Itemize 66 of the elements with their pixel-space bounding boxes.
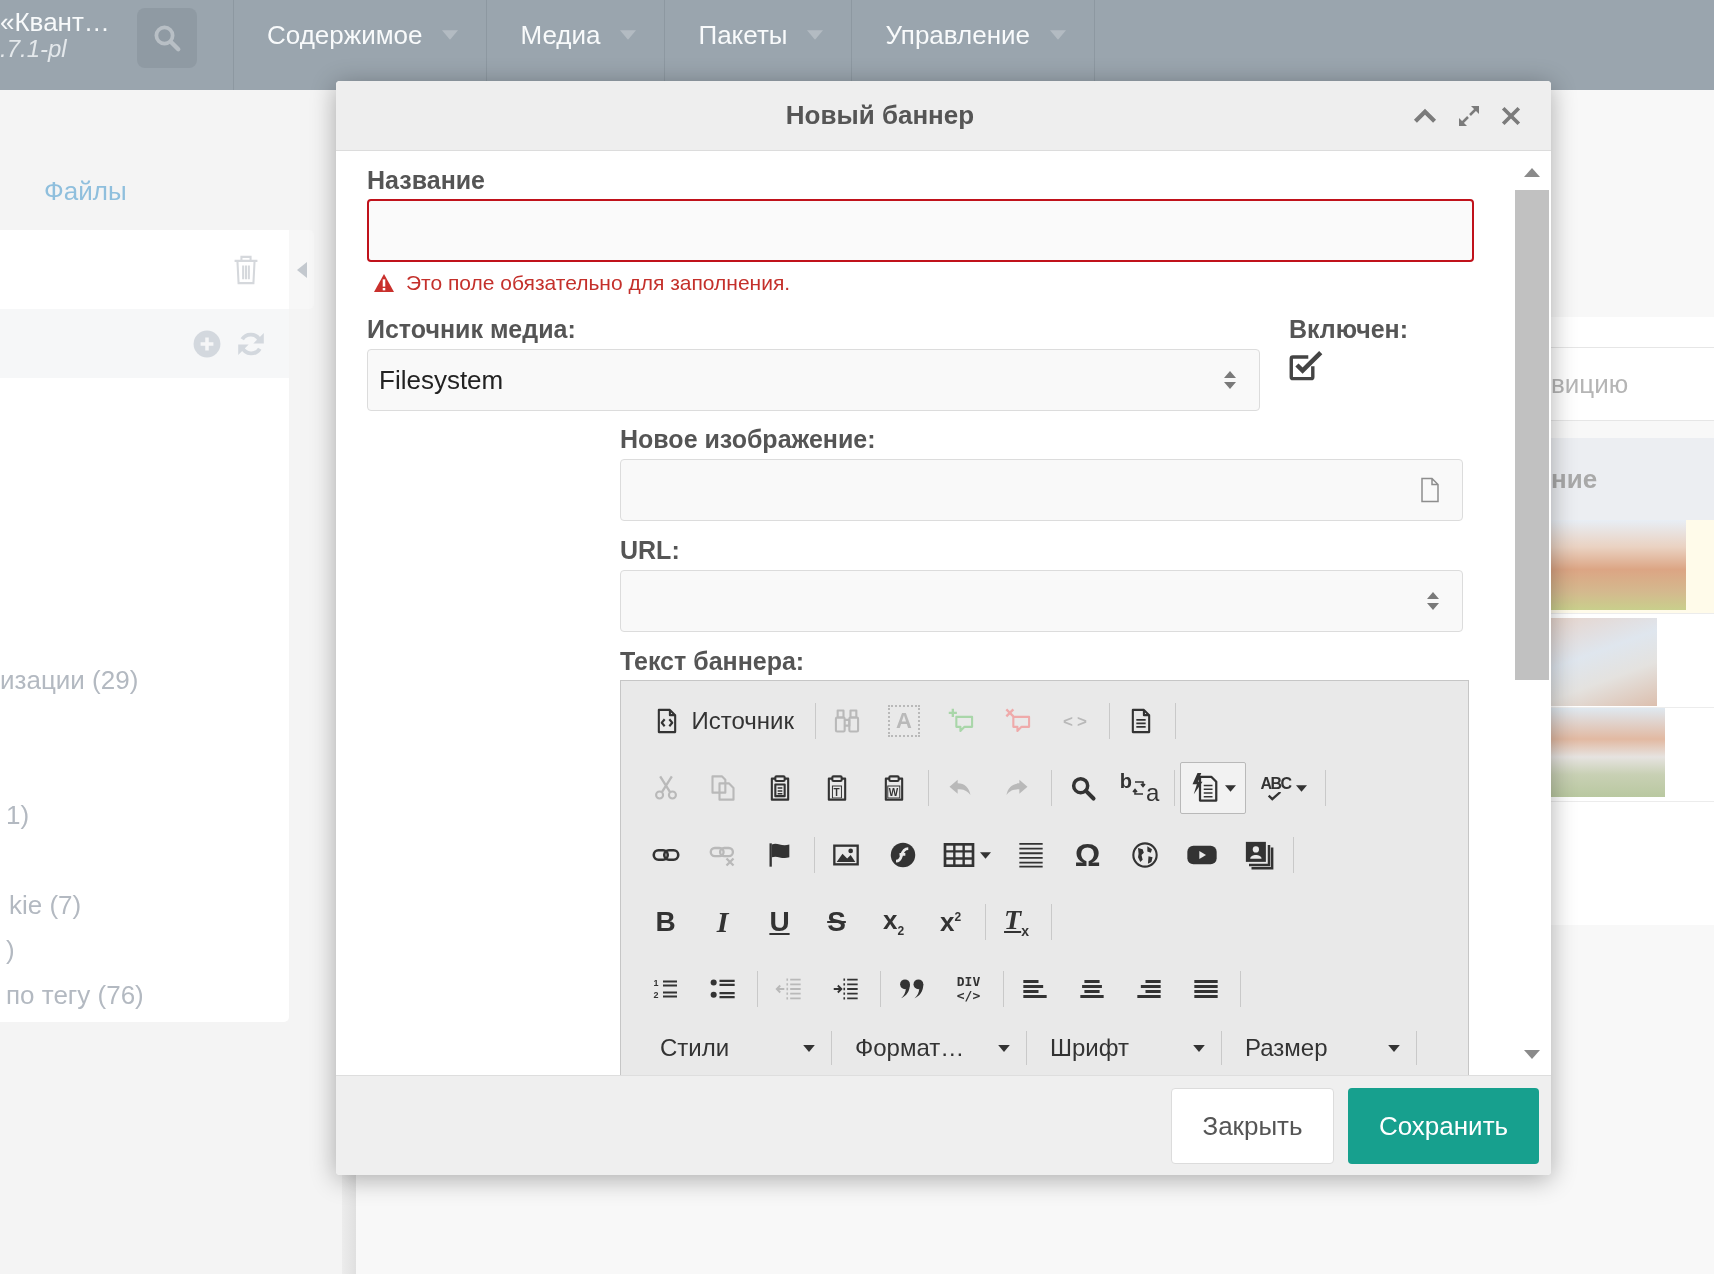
speech-bubble-plus-icon [946, 707, 975, 735]
field-label: Источник медиа: [367, 314, 576, 344]
field-label: Включен: [1289, 314, 1408, 344]
close-icon[interactable] [1500, 104, 1522, 127]
underline-button[interactable]: U [753, 896, 806, 948]
field-label: Новое изображение: [620, 424, 876, 454]
globe-icon [1130, 841, 1159, 869]
error-message: Это поле обязательно для заполнения. [406, 271, 791, 295]
caret-icon [620, 30, 637, 40]
caret-icon [807, 30, 824, 40]
scroll-up-arrow-icon[interactable] [1524, 167, 1540, 177]
subscript-button[interactable]: x$_{2}$ [867, 896, 920, 948]
version-label: .7.1-pl [0, 37, 67, 61]
caret-icon [998, 1044, 1010, 1052]
binoculars-icon [832, 707, 861, 735]
dropdown[interactable]: Шрифт [1027, 1030, 1221, 1066]
dropdown[interactable]: Формат… [832, 1030, 1026, 1066]
document-icon [1420, 477, 1440, 503]
remove-format-button[interactable]: T$_{x}$ [990, 896, 1043, 948]
flash-icon [888, 841, 917, 869]
dropdown[interactable]: Стили [637, 1030, 831, 1066]
file-input-field[interactable] [620, 459, 1463, 521]
bold-button[interactable]: B [639, 896, 692, 948]
chevron-up-icon[interactable] [1412, 107, 1438, 124]
field-label: Текст баннера: [620, 646, 805, 676]
caret-icon [1050, 30, 1067, 40]
source-button[interactable]: Источник [639, 695, 807, 747]
scrollbar-thumb[interactable] [1515, 190, 1549, 680]
spellcheck-button[interactable]: ABC [1250, 762, 1317, 814]
caret-icon [1388, 1044, 1400, 1052]
document-menu-button[interactable] [1179, 762, 1246, 814]
scroll-down-arrow-icon[interactable] [1524, 1050, 1540, 1060]
superscript-button[interactable]: x$^{2}$ [924, 896, 977, 948]
paste-word-button[interactable]: W [867, 762, 920, 814]
image-row[interactable] [1551, 708, 1714, 802]
field-label: URL: [620, 535, 680, 565]
numbered-list-button[interactable]: 1 2 [639, 963, 692, 1015]
dropdown[interactable]: Размер [1222, 1030, 1416, 1066]
strikethrough-button[interactable]: S [810, 896, 863, 948]
triangle-left-icon [296, 261, 307, 278]
paste-text-button[interactable]: T [810, 762, 863, 814]
field-label: Название [367, 165, 485, 195]
caret-icon [442, 30, 459, 40]
caret-icon [1224, 784, 1236, 792]
speech-bubble-x-icon [1003, 707, 1032, 735]
enabled-checkbox[interactable] [1289, 349, 1323, 381]
search-icon [152, 23, 182, 53]
image-row[interactable] [1551, 520, 1714, 614]
horizontal-lines-icon [1016, 841, 1045, 869]
warning-icon [373, 273, 395, 293]
expand-icon[interactable] [1457, 103, 1481, 128]
italic-button[interactable]: I [696, 896, 749, 948]
select-field[interactable]: Filesystem [367, 349, 1260, 411]
photo-stack-icon [1243, 840, 1274, 870]
replace-button[interactable]: b a [1113, 762, 1166, 814]
caret-icon [803, 1044, 815, 1052]
dialog-title: Новый баннер [784, 100, 976, 131]
caret-icon [1193, 1044, 1205, 1052]
column-header: ние [1551, 438, 1714, 520]
text-input[interactable] [367, 199, 1474, 262]
caret-icon [979, 851, 991, 859]
copy-pages-icon [708, 774, 737, 802]
special-character-button[interactable]: Ω [1061, 829, 1114, 881]
caret-icon [1295, 784, 1307, 792]
close-button[interactable]: Закрыть [1171, 1088, 1334, 1164]
div-button[interactable]: DIV </> [942, 963, 995, 1015]
